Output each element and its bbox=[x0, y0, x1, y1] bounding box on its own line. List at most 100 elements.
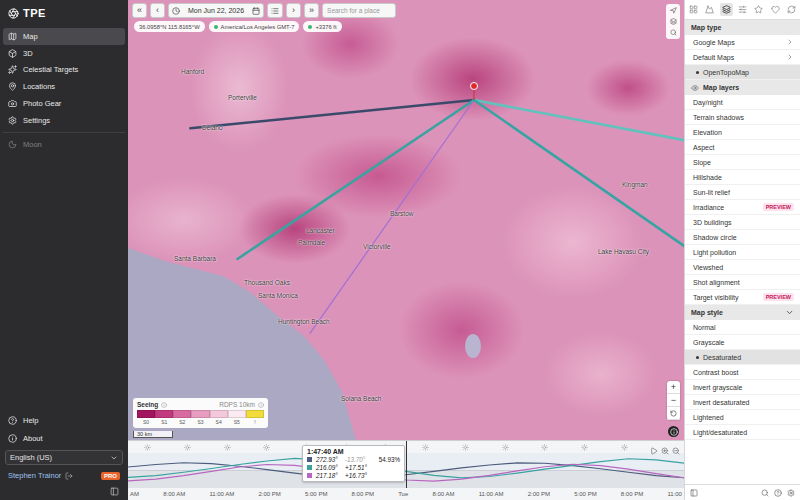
panel-tab[interactable] bbox=[703, 3, 716, 16]
selected-dot bbox=[696, 71, 699, 74]
altitude: -13.70° bbox=[345, 456, 371, 463]
row-label: Invert desaturated bbox=[693, 399, 749, 406]
option-row[interactable]: Invert grayscale bbox=[685, 380, 800, 395]
sidebar-nav: Map3DCelestial TargetsLocationsPhoto Gea… bbox=[0, 26, 128, 155]
legend-header: SeeingRDPS 10km bbox=[137, 401, 264, 408]
zoom-in-button[interactable]: + bbox=[667, 381, 680, 394]
layer-row[interactable]: Hillshade bbox=[685, 170, 800, 185]
legend-cell: S1 bbox=[155, 410, 173, 425]
logout-icon[interactable] bbox=[65, 472, 73, 480]
language-select[interactable]: English (US) bbox=[5, 450, 123, 465]
section-header[interactable]: Map layers bbox=[685, 80, 800, 95]
search-input[interactable] bbox=[327, 7, 391, 14]
zoom-in-icon[interactable] bbox=[661, 447, 669, 455]
time-cursor[interactable] bbox=[406, 441, 407, 488]
info-chip[interactable]: +3376 ft bbox=[303, 21, 341, 32]
panel-tab[interactable] bbox=[720, 3, 733, 16]
option-row[interactable]: Normal bbox=[685, 320, 800, 335]
option-row[interactable]: Invert desaturated bbox=[685, 395, 800, 410]
first-button[interactable]: « bbox=[132, 3, 147, 18]
next-button[interactable]: › bbox=[286, 3, 301, 18]
layer-row[interactable]: Day/night bbox=[685, 95, 800, 110]
panel-toggle-icon[interactable] bbox=[110, 487, 119, 496]
main: HanfordPortervilleDelanoLancasterPalmdal… bbox=[128, 0, 684, 500]
footer-item[interactable]: About bbox=[3, 430, 125, 447]
layer-row[interactable]: Aspect bbox=[685, 140, 800, 155]
option-row[interactable]: Desaturated bbox=[685, 350, 800, 365]
zoom-out-icon[interactable] bbox=[672, 447, 680, 455]
user-name[interactable]: Stephen Trainor bbox=[8, 471, 61, 480]
panel-toggle-icon[interactable] bbox=[690, 489, 698, 497]
row-label: Shot alignment bbox=[693, 279, 740, 286]
option-row[interactable]: OpenTopoMap bbox=[685, 65, 800, 80]
search-icon[interactable] bbox=[761, 489, 769, 497]
panel-tab[interactable] bbox=[752, 3, 765, 16]
section-header[interactable]: Map type bbox=[685, 20, 800, 35]
panel-tab[interactable] bbox=[736, 3, 749, 16]
location-marker[interactable] bbox=[471, 83, 478, 90]
logo[interactable]: TPE bbox=[0, 0, 128, 26]
layer-row[interactable]: Terrain shadows bbox=[685, 110, 800, 125]
last-button[interactable]: » bbox=[304, 3, 319, 18]
info-chip[interactable]: 36.0958°N 115.8165°W bbox=[134, 21, 205, 32]
layer-row[interactable]: Light pollution bbox=[685, 245, 800, 260]
place-label: Barstow bbox=[390, 210, 413, 217]
layer-row[interactable]: Shadow circle bbox=[685, 230, 800, 245]
sidebar-item[interactable]: Celestial Targets bbox=[3, 62, 125, 79]
info-chip[interactable]: America/Los Angeles GMT-7 bbox=[209, 21, 300, 32]
timeline[interactable]: AM8:00 AM11:00 AM2:00 PM5:00 PM8:00 PMTu… bbox=[128, 440, 684, 500]
help-icon bbox=[8, 416, 17, 425]
panel-tab[interactable] bbox=[687, 3, 700, 16]
layer-row[interactable]: Target visibilityPREVIEW bbox=[685, 290, 800, 305]
sidebar-item[interactable]: Photo Gear bbox=[3, 95, 125, 112]
panel-tab[interactable] bbox=[785, 3, 798, 16]
layer-row[interactable]: Elevation bbox=[685, 125, 800, 140]
layer-row[interactable]: Shot alignment bbox=[685, 275, 800, 290]
layer-row[interactable]: IrradiancePREVIEW bbox=[685, 200, 800, 215]
sidebar-item[interactable]: Settings bbox=[3, 112, 125, 129]
row-label: Invert grayscale bbox=[693, 384, 742, 391]
play-icon[interactable] bbox=[650, 447, 658, 455]
info-icon[interactable] bbox=[258, 402, 264, 408]
date-button[interactable]: Mon Jun 22, 2026 bbox=[168, 3, 264, 18]
layers-icon[interactable] bbox=[670, 18, 677, 25]
gear-icon[interactable] bbox=[787, 489, 795, 497]
section-toggle[interactable] bbox=[785, 308, 794, 317]
option-row[interactable]: Grayscale bbox=[685, 335, 800, 350]
link-row[interactable]: Default Maps bbox=[685, 50, 800, 65]
info-icon[interactable] bbox=[161, 402, 167, 408]
eye-icon[interactable] bbox=[691, 84, 699, 92]
legend-cell: S4 bbox=[210, 410, 228, 425]
legend-swatch bbox=[228, 410, 246, 418]
sidebar-item[interactable]: Locations bbox=[3, 78, 125, 95]
info-button[interactable] bbox=[668, 426, 679, 437]
layer-row[interactable]: Slope bbox=[685, 155, 800, 170]
sidebar-item[interactable]: Map bbox=[3, 28, 125, 45]
place-label: Huntington Beach bbox=[278, 318, 330, 325]
footer-item[interactable]: Help bbox=[3, 412, 125, 429]
layer-row[interactable]: 3D buildings bbox=[685, 215, 800, 230]
help-icon[interactable] bbox=[774, 489, 782, 497]
prev-button[interactable]: ‹ bbox=[150, 3, 165, 18]
zoom-out-button[interactable]: − bbox=[667, 394, 680, 407]
panel-tab[interactable] bbox=[769, 3, 782, 16]
layer-row[interactable]: Sun-lit relief bbox=[685, 185, 800, 200]
search-field[interactable] bbox=[322, 3, 396, 18]
list-button[interactable] bbox=[267, 3, 283, 18]
row-label: Slope bbox=[693, 159, 711, 166]
option-row[interactable]: Contrast boost bbox=[685, 365, 800, 380]
option-row[interactable]: Light/desaturated bbox=[685, 425, 800, 440]
search-icon[interactable] bbox=[670, 29, 677, 36]
reset-button[interactable] bbox=[667, 407, 680, 420]
sidebar-item[interactable]: 3D bbox=[3, 45, 125, 62]
layer-row[interactable]: Viewshed bbox=[685, 260, 800, 275]
option-row[interactable]: Lightened bbox=[685, 410, 800, 425]
section-header[interactable]: Map style bbox=[685, 305, 800, 320]
time-tick: 5:00 PM bbox=[574, 491, 596, 497]
sidebar-item[interactable]: Moon bbox=[3, 136, 125, 153]
map[interactable]: HanfordPortervilleDelanoLancasterPalmdal… bbox=[128, 0, 684, 440]
legend-label: S4 bbox=[216, 419, 222, 425]
compass-control[interactable] bbox=[666, 4, 680, 39]
link-row[interactable]: Google Maps bbox=[685, 35, 800, 50]
compass-icon[interactable] bbox=[670, 7, 677, 14]
